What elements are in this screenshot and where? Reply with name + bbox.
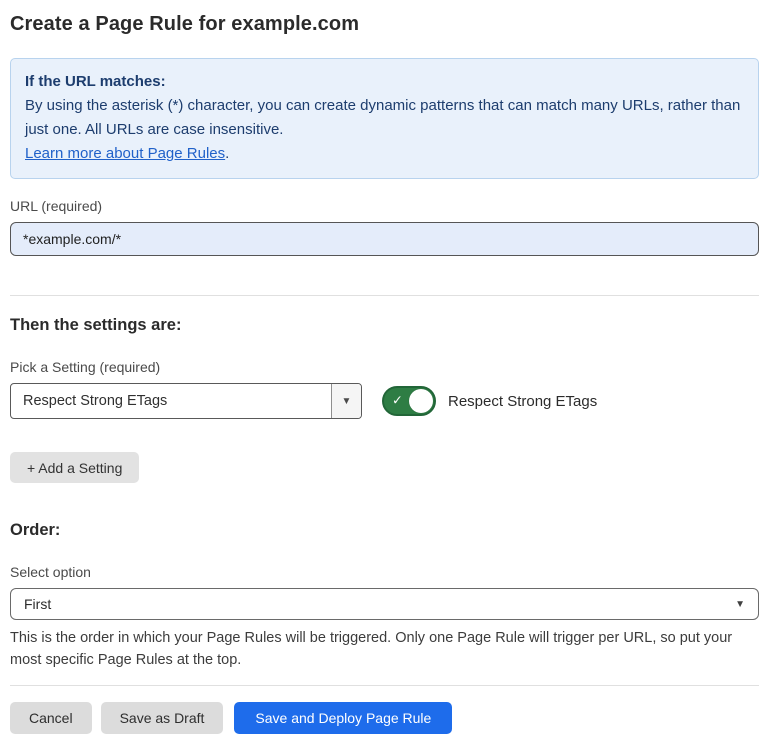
setting-dropdown[interactable]: Respect Strong ETags ▼ <box>10 383 362 419</box>
url-field-label: URL (required) <box>10 197 759 215</box>
check-icon: ✓ <box>392 393 403 409</box>
chevron-down-icon: ▼ <box>342 396 352 407</box>
save-deploy-button[interactable]: Save and Deploy Page Rule <box>234 702 452 734</box>
url-matches-info-box: If the URL matches: By using the asteris… <box>10 58 759 179</box>
setting-row: Respect Strong ETags ▼ ✓ Respect Strong … <box>10 383 759 419</box>
order-help-text: This is the order in which your Page Rul… <box>10 627 755 671</box>
info-link-line: Learn more about Page Rules. <box>25 142 744 166</box>
settings-section-heading: Then the settings are: <box>10 315 759 335</box>
order-select-label: Select option <box>10 563 759 581</box>
toggle-knob <box>409 389 433 413</box>
info-link-suffix: . <box>225 145 229 162</box>
page-rule-form: Create a Page Rule for example.com If th… <box>0 0 769 750</box>
footer-divider <box>10 685 759 686</box>
learn-more-link[interactable]: Learn more about Page Rules <box>25 145 225 162</box>
info-body: By using the asterisk (*) character, you… <box>25 94 744 142</box>
order-dropdown-value: First <box>24 596 51 612</box>
chevron-down-icon: ▼ <box>735 599 745 610</box>
etags-toggle-label: Respect Strong ETags <box>448 393 597 410</box>
setting-dropdown-value: Respect Strong ETags <box>11 384 331 418</box>
save-draft-button[interactable]: Save as Draft <box>101 702 224 734</box>
order-dropdown[interactable]: First ▼ <box>10 588 759 620</box>
add-setting-button[interactable]: + Add a Setting <box>10 452 139 483</box>
url-input[interactable] <box>10 222 759 256</box>
page-title: Create a Page Rule for example.com <box>10 12 759 36</box>
setting-dropdown-arrow-box[interactable]: ▼ <box>331 384 361 418</box>
etags-toggle-wrap: ✓ Respect Strong ETags <box>382 386 597 416</box>
order-section-heading: Order: <box>10 520 759 540</box>
pick-setting-label: Pick a Setting (required) <box>10 358 759 376</box>
cancel-button[interactable]: Cancel <box>10 702 92 734</box>
footer-actions: Cancel Save as Draft Save and Deploy Pag… <box>10 702 759 734</box>
section-divider <box>10 295 759 296</box>
etags-toggle[interactable]: ✓ <box>382 386 436 416</box>
info-heading: If the URL matches: <box>25 70 744 94</box>
